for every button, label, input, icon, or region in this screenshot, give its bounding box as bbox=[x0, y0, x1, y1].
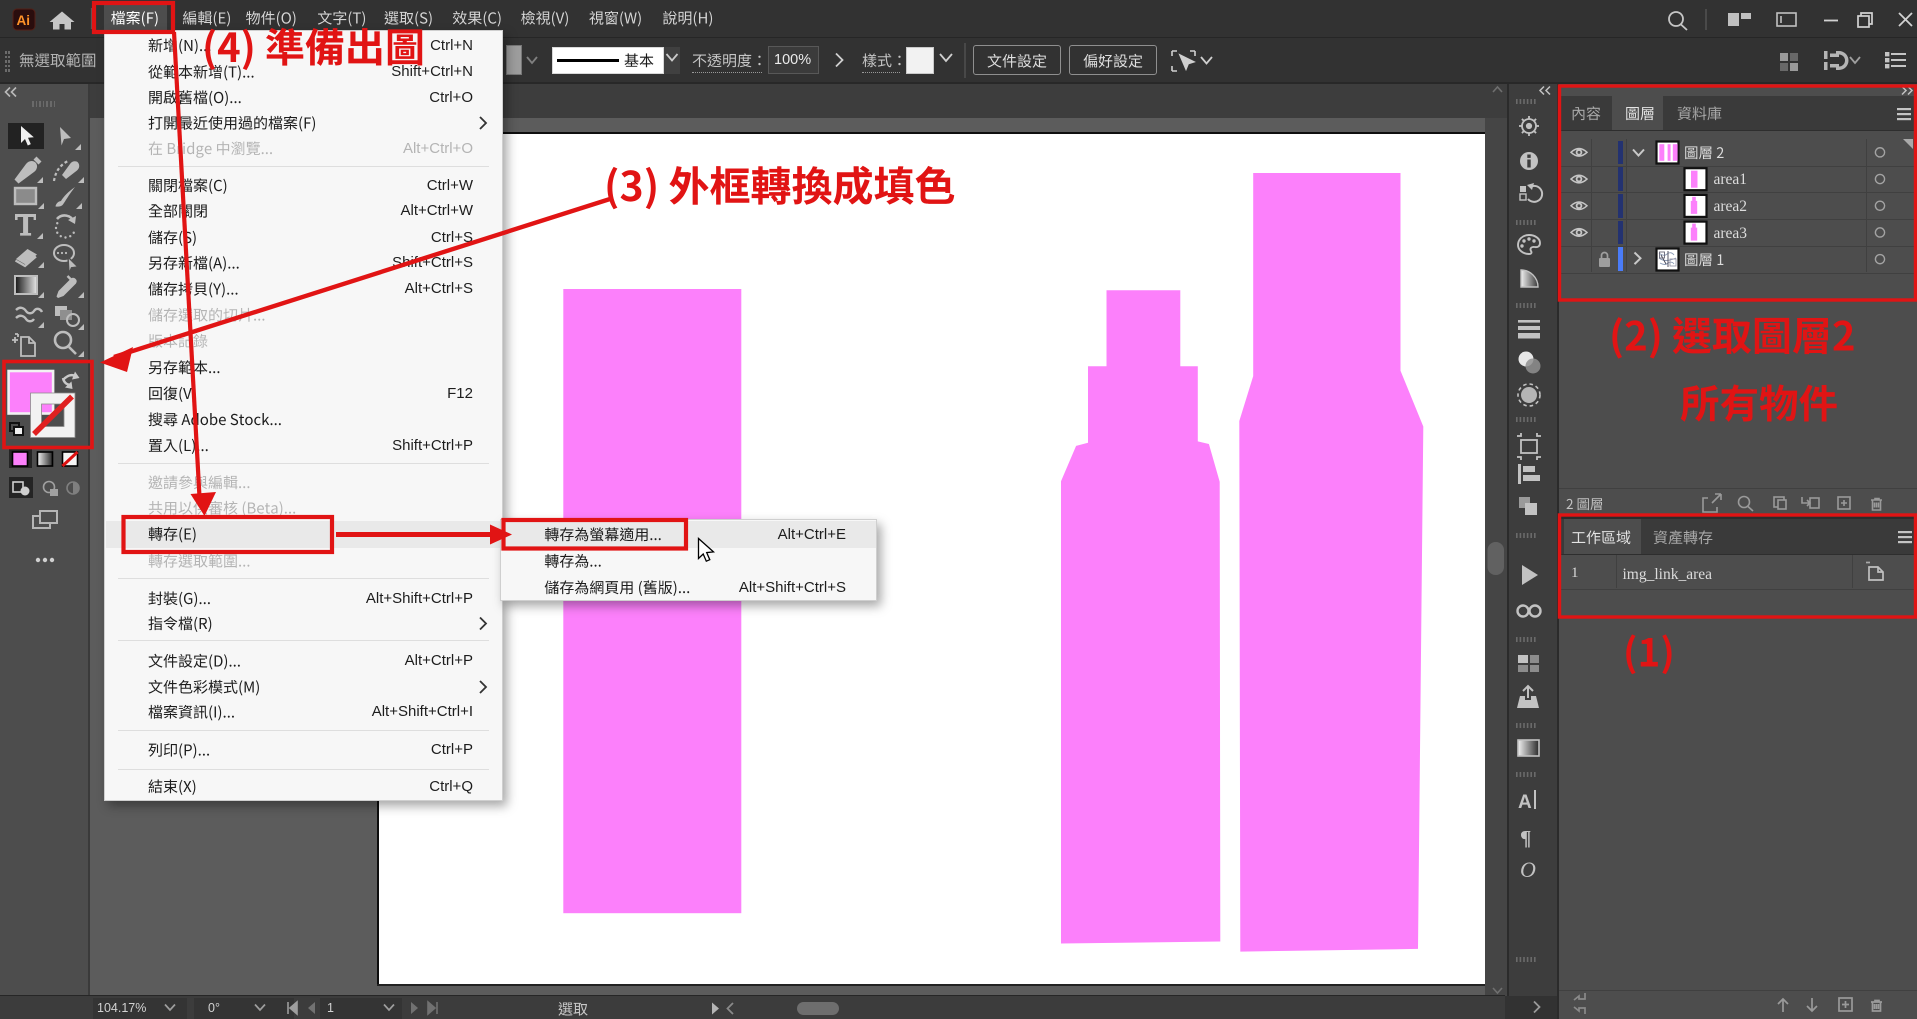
svg-text:A: A bbox=[1518, 792, 1532, 813]
svg-text:Ai: Ai bbox=[17, 13, 31, 28]
svg-text:¶: ¶ bbox=[1520, 826, 1531, 850]
svg-text:O: O bbox=[1520, 857, 1536, 882]
